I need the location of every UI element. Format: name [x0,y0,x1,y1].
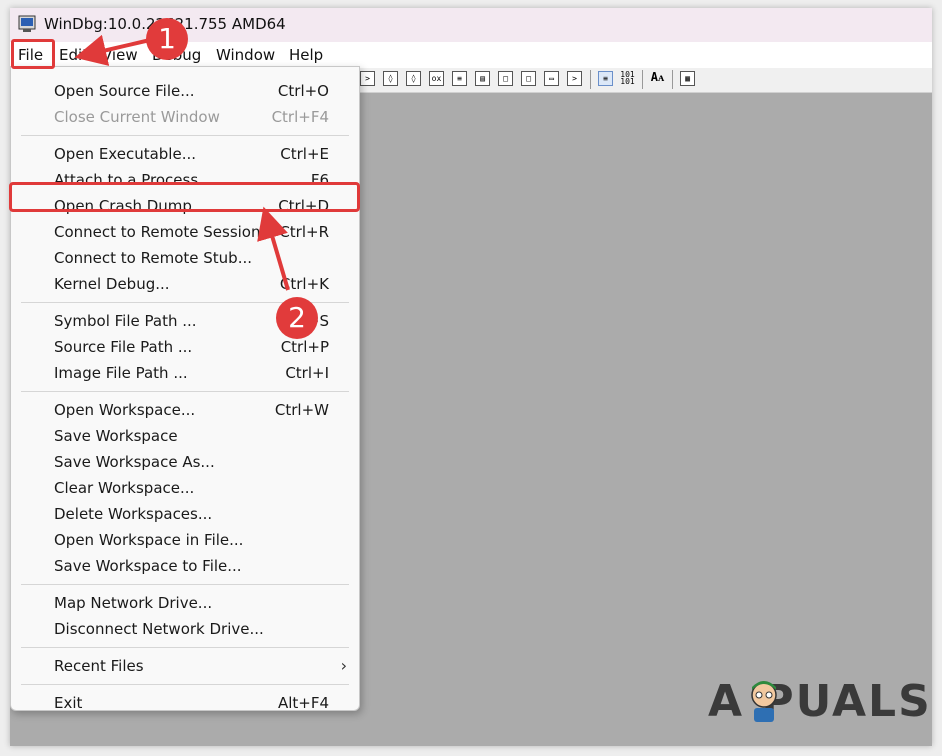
appuals-watermark: A PUALS [708,676,932,727]
step-1-badge: 1 [146,18,188,60]
arrow-to-file-menu [74,34,151,66]
arrow-to-crash-dump [257,206,290,291]
annotation-arrows [74,34,290,291]
appuals-mascot-logo [751,681,777,722]
step-2-badge: 2 [276,297,318,339]
